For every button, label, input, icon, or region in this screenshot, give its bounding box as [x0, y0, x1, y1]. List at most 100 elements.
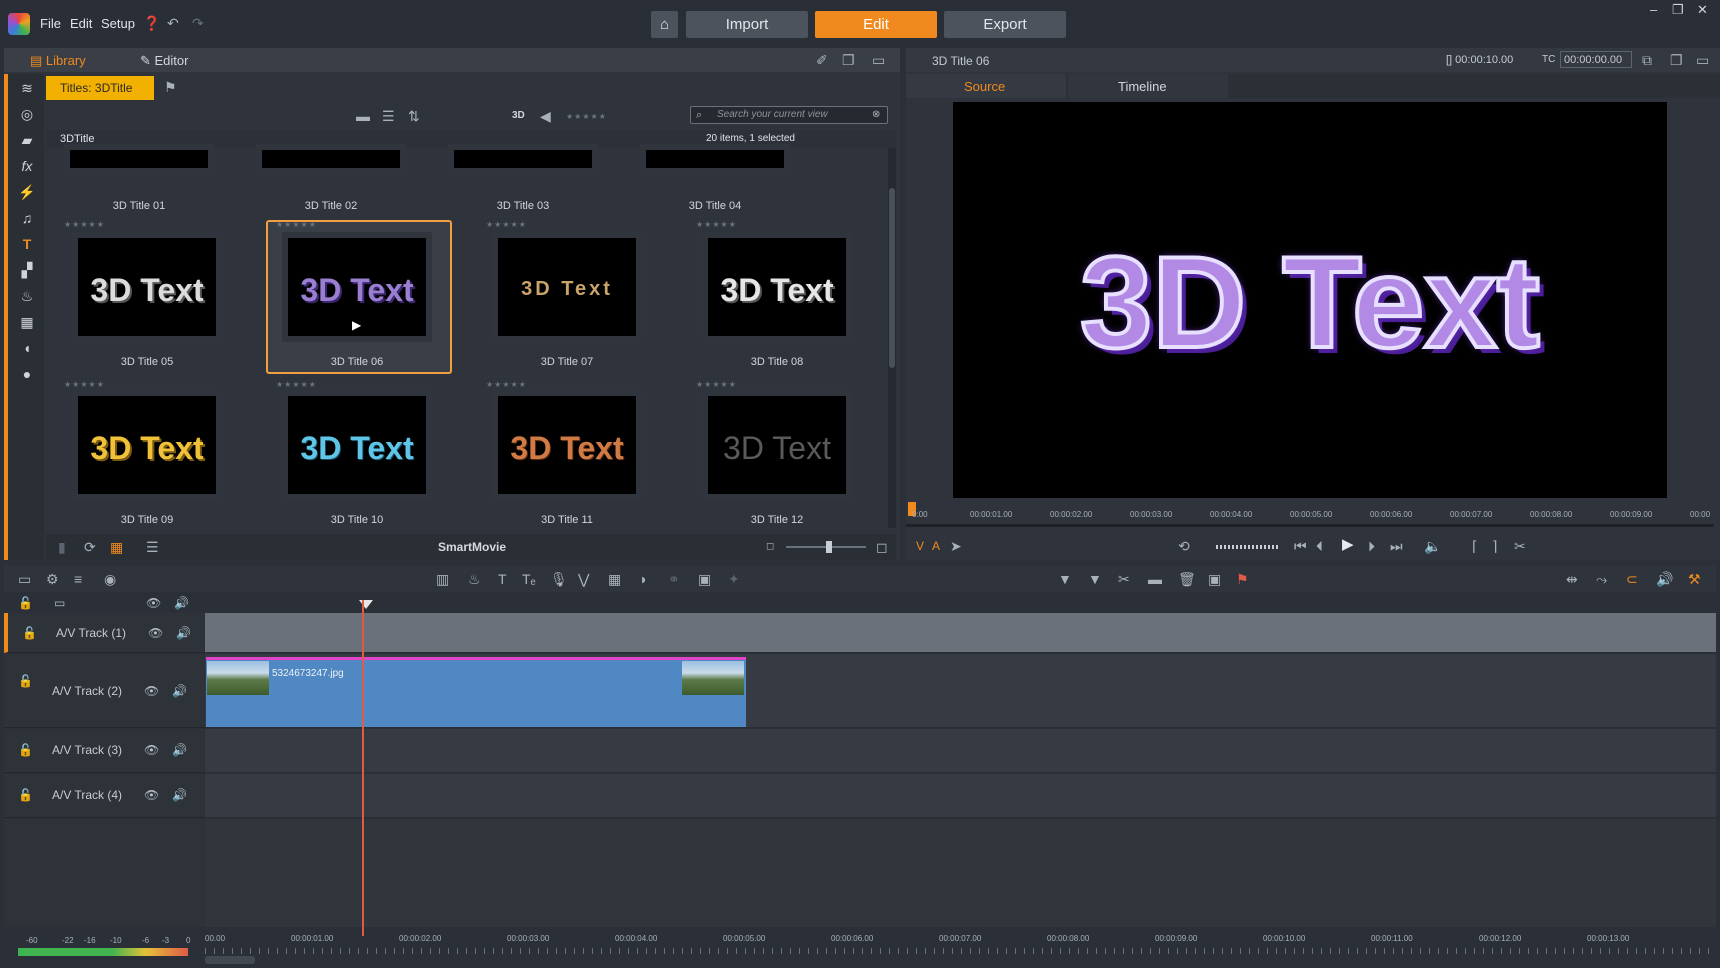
library-scrollbar[interactable]	[888, 148, 896, 528]
storyboard-icon[interactable]: ▭	[18, 572, 31, 586]
preview-ruler[interactable]: 0:00 00:00:01.00 00:00:02.00 00:00:03.00…	[906, 502, 1720, 532]
color-icon[interactable]: ◑	[638, 572, 646, 586]
marker-out-icon[interactable]: ▼	[1088, 572, 1102, 586]
thumbnail-3d-title-12[interactable]: 3D Text	[702, 390, 852, 500]
speaker-icon[interactable]: 🔊	[176, 626, 191, 640]
redo-icon[interactable]: ↷	[192, 16, 204, 30]
thumb-size-slider[interactable]	[786, 541, 866, 553]
scrollbar-thumb[interactable]	[889, 188, 895, 368]
eye-icon[interactable]: 👁	[144, 743, 159, 757]
loop-icon[interactable]: ⟲	[1178, 539, 1190, 553]
transitions-icon[interactable]: ⚡	[18, 184, 36, 200]
track-header-4[interactable]: 🔓 A/V Track (4) 👁 🔊	[4, 774, 204, 818]
clear-search-icon[interactable]: ⊗	[872, 108, 880, 122]
minimize-icon[interactable]: –	[1650, 2, 1657, 17]
tab-editor[interactable]: ✎ Editor	[140, 53, 188, 69]
monitor-icon[interactable]: ▭	[54, 596, 65, 610]
fullscreen-icon[interactable]: ⧉	[1642, 53, 1652, 67]
item-rating[interactable]: ★★★★★	[64, 380, 105, 389]
details-view-icon[interactable]: ☰	[146, 540, 159, 554]
item-rating[interactable]: ★★★★★	[696, 220, 737, 229]
play-icon[interactable]: ▶	[1342, 537, 1354, 552]
subtitle-icon[interactable]: Tₑ	[522, 572, 536, 586]
track-header-1[interactable]: 🔓 A/V Track (1) 👁 🔊	[4, 613, 204, 653]
thumbnail-3d-title-07[interactable]: 3D Text	[492, 232, 642, 342]
layout-icon[interactable]: ▭	[1696, 53, 1709, 67]
item-rating[interactable]: ★★★★★	[64, 220, 105, 229]
refresh-icon[interactable]: ⟳	[84, 540, 96, 554]
shuttle-control[interactable]	[1216, 545, 1278, 549]
go-to-end-icon[interactable]: ⏭	[1390, 539, 1403, 553]
thumbnail-3d-title-05[interactable]: 3D Text	[72, 232, 222, 342]
export-button[interactable]: Export	[944, 11, 1066, 38]
eye-icon[interactable]: 👁	[148, 626, 163, 640]
sort-icon[interactable]: ⇅	[408, 109, 420, 123]
item-rating[interactable]: ★★★★★	[276, 220, 317, 229]
detach-icon[interactable]: ❐	[842, 53, 855, 67]
razor-icon[interactable]: ✂	[1118, 572, 1130, 586]
marker-in-icon[interactable]: ▼	[1058, 572, 1072, 586]
track-row-1[interactable]	[205, 613, 1716, 653]
thumbnail-3d-title-08[interactable]: 3D Text	[702, 232, 852, 342]
lock-icon[interactable]: 🔓	[18, 596, 33, 610]
track-row-3[interactable]	[205, 729, 1716, 773]
multicam-icon[interactable]: ▦	[608, 572, 621, 586]
audio-toggle[interactable]: A	[932, 539, 940, 553]
mark-in-icon[interactable]: ⌈	[1472, 539, 1477, 553]
smartmovie-button[interactable]: SmartMovie	[438, 540, 506, 554]
timecode-field[interactable]: 00:00:00.00	[1560, 51, 1632, 68]
view-3d-toggle[interactable]: 3D	[512, 110, 525, 121]
video-toggle[interactable]: V	[916, 539, 924, 553]
audio-effects-icon[interactable]: ♨	[18, 288, 36, 304]
step-forward-icon[interactable]: ⏵	[1368, 539, 1375, 553]
snapshot-icon[interactable]: ▣	[698, 572, 711, 586]
cursor-icon[interactable]: ➤	[950, 539, 962, 553]
folder-icon[interactable]: ▬	[356, 109, 370, 123]
scrub-bar[interactable]	[906, 524, 1714, 527]
trash-icon[interactable]: 🗑	[1178, 572, 1196, 586]
eye-icon[interactable]: 👁	[146, 596, 161, 610]
titles-chip[interactable]: Titles: 3DTitle	[46, 76, 154, 100]
help-icon[interactable]: ❓	[143, 16, 160, 30]
eye-icon[interactable]: 👁	[144, 684, 159, 698]
pin-icon[interactable]: ✐	[816, 53, 828, 67]
step-back-icon[interactable]: ⏴	[1316, 539, 1323, 553]
tab-source[interactable]: Source	[906, 74, 1066, 98]
media-icon[interactable]: ◎	[18, 106, 36, 122]
track-row-4[interactable]	[205, 774, 1716, 818]
ripple-icon[interactable]: ⤳	[1596, 572, 1607, 586]
menu-file[interactable]: File	[40, 16, 61, 31]
list-icon[interactable]: ☰	[382, 109, 395, 123]
import-button[interactable]: Import	[686, 11, 808, 38]
playhead-line[interactable]	[362, 600, 364, 936]
tag-icon[interactable]: ◀	[540, 109, 551, 123]
timeline-ruler[interactable]: 00.00 00:00:01.00 00:00:02.00 00:00:03.0…	[205, 928, 1716, 968]
camera-icon[interactable]: ▣	[1208, 572, 1221, 586]
effects-icon[interactable]: fx	[18, 158, 36, 174]
trim-icon[interactable]: ⋁	[578, 572, 589, 586]
slider-handle[interactable]	[826, 541, 832, 553]
speaker-icon[interactable]: 🔊	[172, 743, 187, 757]
lock-icon[interactable]: 🔓	[18, 743, 33, 757]
audio-mixer-icon[interactable]: ▥	[436, 572, 449, 586]
item-rating[interactable]: ★★★★★	[486, 220, 527, 229]
thumbnail[interactable]	[256, 144, 406, 174]
lock-icon[interactable]: 🔓	[18, 788, 33, 802]
disc-icon[interactable]: ●	[18, 366, 36, 382]
wand-icon[interactable]: ⚒	[1688, 572, 1701, 586]
grid-view-icon[interactable]: ▦	[110, 540, 123, 554]
track-header-2[interactable]: 🔓 A/V Track (2) 👁 🔊	[4, 654, 204, 728]
go-to-start-icon[interactable]: ⏮	[1294, 539, 1307, 553]
item-rating[interactable]: ★★★★★	[276, 380, 317, 389]
close-icon[interactable]: ✕	[1697, 2, 1708, 18]
search-input[interactable]: Search your current view	[690, 106, 888, 124]
track-header-3[interactable]: 🔓 A/V Track (3) 👁 🔊	[4, 729, 204, 773]
delete-clip-icon[interactable]: ▬	[1148, 572, 1162, 586]
mark-out-icon[interactable]: ⌉	[1492, 539, 1497, 553]
menu-edit[interactable]: Edit	[70, 16, 92, 31]
large-thumb-icon[interactable]: ◻	[876, 540, 888, 554]
undo-icon[interactable]: ↶	[167, 16, 179, 30]
detach-icon[interactable]: ❐	[1670, 53, 1683, 67]
music-icon[interactable]: ♫	[18, 210, 36, 226]
thumbnail-3d-title-10[interactable]: 3D Text	[282, 390, 432, 500]
